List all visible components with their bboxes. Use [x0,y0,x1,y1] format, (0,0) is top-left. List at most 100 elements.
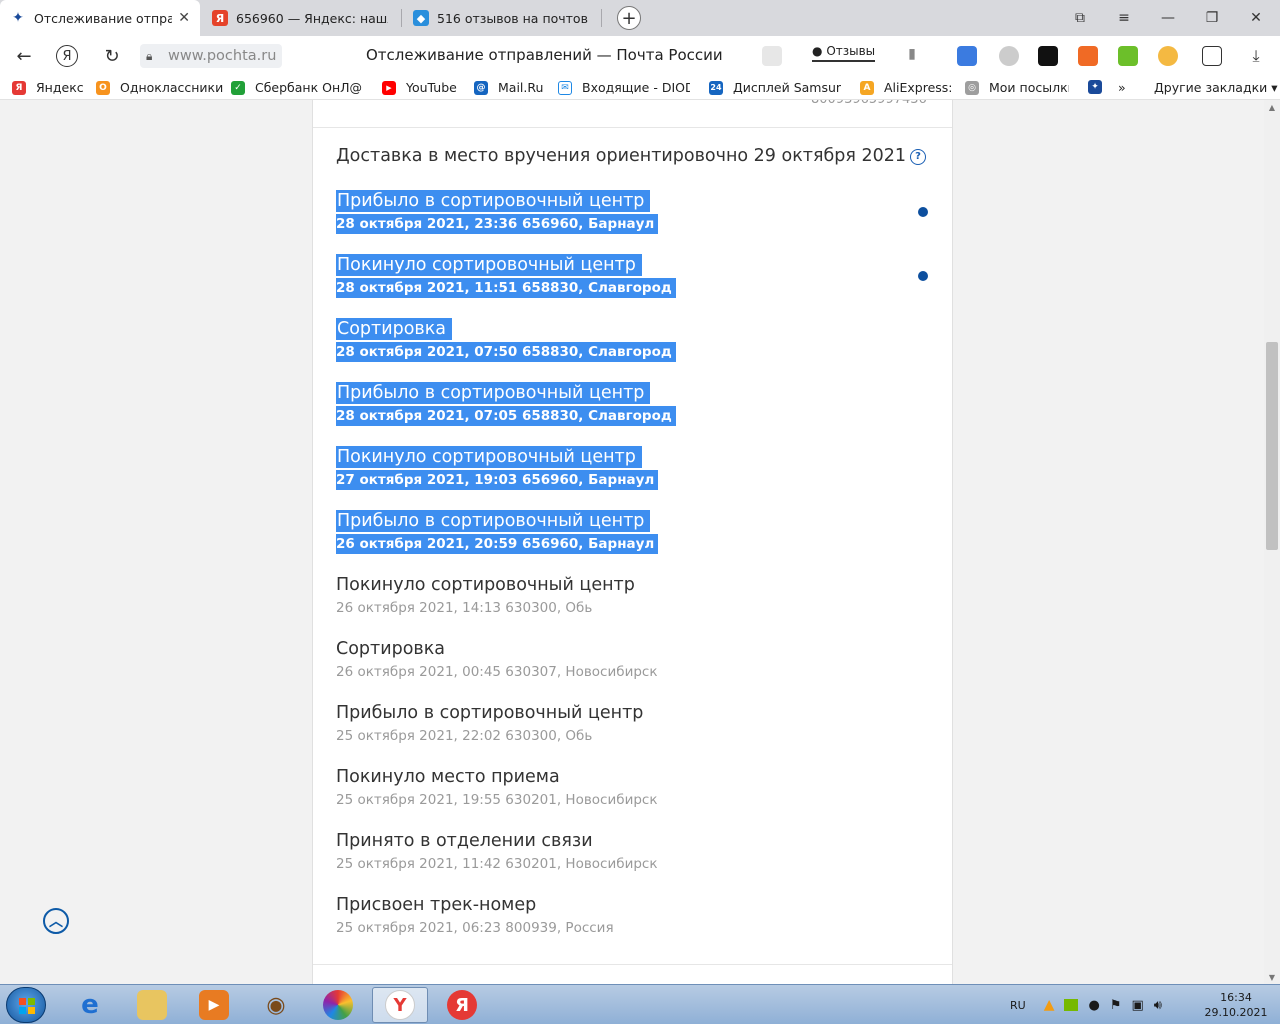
nvidia-icon[interactable] [1064,999,1079,1011]
tracking-event: Прибыло в сортировочный центр 28 октября … [336,382,676,426]
minimize-button[interactable]: — [1146,0,1190,36]
bookmark-samsung[interactable]: 24 Дисплей Samsung [709,80,841,95]
russian-post-eagle-icon: ✦ [10,10,26,26]
taskbar-internet-explorer[interactable]: e [62,987,118,1023]
divider [313,964,952,965]
tracking-event: Прибыло в сортировочный центр 26 октября … [336,510,659,554]
bookmark-yandex[interactable]: Я Яндекс [12,80,84,95]
taskbar-yandex-browser[interactable]: Y [372,987,428,1023]
taskbar-color-app[interactable] [310,987,366,1023]
parcels-icon: ◎ [965,80,979,95]
eagle-icon: ✦ [1088,80,1102,94]
page-scrollbar[interactable]: ▲ ▼ [1264,100,1280,984]
brave-icon[interactable] [1078,46,1098,66]
inbox-icon: ✉ [558,80,572,95]
event-status: Покинуло сортировочный центр [336,575,635,595]
reviews-button[interactable]: ● Отзывы [812,44,876,62]
page-viewport: 80093965997436 Доставка в место вручения… [0,100,1264,984]
bookmark-icon[interactable]: ▮ [902,46,922,66]
taskbar-yandex[interactable]: Я [434,987,490,1023]
avast-icon[interactable]: ▲ [1044,997,1055,1013]
youtube-icon: ▶ [382,80,396,95]
tab-yandex-search[interactable]: Я 656960 — Яндекс: нашлось [202,0,398,36]
tracking-event: Присвоен трек-номер 25 октября 2021, 06:2… [336,894,618,938]
bookmark-mailru[interactable]: @ Mail.Ru [474,80,543,95]
yandex-button[interactable]: Я [56,45,78,67]
extension-icon[interactable] [999,46,1019,66]
close-window-button[interactable]: ✕ [1234,0,1278,36]
tab-title: 516 отзывов на почтовый [437,10,589,26]
start-button[interactable] [6,987,46,1023]
media-player-icon: ▶ [199,990,229,1020]
reload-button[interactable]: ↻ [100,44,124,68]
network-icon[interactable]: ▣ [1131,998,1143,1013]
vpn-icon[interactable] [1158,46,1178,66]
event-status: Присвоен трек-номер [336,895,537,915]
timeline-dot [918,207,928,217]
back-button[interactable]: ← [12,44,36,68]
translate-icon[interactable] [957,46,977,66]
bookmark-youtube[interactable]: ▶ YouTube [382,80,457,95]
bookmark-parcels[interactable]: ◎ Мои посылки [965,80,1069,95]
tracking-event: Сортировка 26 октября 2021, 00:45 630307,… [336,638,662,682]
url-field[interactable]: 🔒︎ www.pochta.ru [140,44,282,68]
tabs-icon[interactable]: ⧉ [1058,0,1102,36]
volume-icon[interactable]: 🔊︎ [1154,998,1162,1013]
bookmark-odnoklassniki[interactable]: О Одноклассники [96,80,223,95]
taskbar-media-player[interactable]: ▶ [186,987,242,1023]
bookmarks-more-button[interactable]: » [1118,80,1126,95]
event-details: 28 октября 2021, 07:05 658830, Славгород [336,406,676,426]
bookmark-inbox[interactable]: ✉ Входящие - DIODE [558,80,690,95]
tracking-event: Сортировка 28 октября 2021, 07:50 658830,… [336,318,676,362]
event-details: 25 октября 2021, 19:55 630201, Новосибир… [336,792,658,808]
event-status: Покинуло сортировочный центр [336,446,642,468]
event-status: Прибыло в сортировочный центр [336,510,651,532]
event-details: 25 октября 2021, 06:23 800939, Россия [336,920,614,936]
sites-counter-icon[interactable] [762,46,782,66]
event-details: 28 октября 2021, 11:51 658830, Славгород [336,278,676,298]
delivery-text: Доставка в место вручения ориентировочно… [336,146,907,166]
clock-time: 16:34 [1220,991,1252,1004]
clock[interactable]: 16:34 29.10.2021 [1196,990,1276,1020]
close-icon[interactable]: ✕ [178,10,190,26]
menu-button[interactable]: ≡ [1102,0,1146,36]
tab-separator [601,9,602,27]
event-details: 25 октября 2021, 22:02 630300, Обь [336,728,593,744]
yandex-icon: Я [12,80,26,95]
scrollbar-thumb[interactable] [1266,342,1278,550]
event-details: 25 октября 2021, 11:42 630201, Новосибир… [336,856,658,872]
help-icon[interactable]: ? [910,148,927,165]
other-bookmarks-button[interactable]: Другие закладки ▾ [1154,80,1278,95]
tab-reviews[interactable]: ◆ 516 отзывов на почтовый [403,0,599,36]
tab-tracking[interactable]: ✦ Отслеживание отправлений ✕ [0,0,200,36]
scroll-down-arrow-icon[interactable]: ▼ [1264,970,1280,984]
tab-title: 656960 — Яндекс: нашлось [236,10,388,26]
event-status: Сортировка [336,639,446,659]
restore-button[interactable]: ❐ [1190,0,1234,36]
bookmark-sberbank[interactable]: ✓ Сбербанк ОнЛ@й [231,80,363,95]
language-indicator[interactable]: RU [1010,999,1026,1012]
event-status: Сортировка [336,318,453,340]
downloads-icon[interactable]: ⤓ [1246,46,1266,66]
notes-icon[interactable] [1202,46,1222,66]
address-toolbar: ← Я ↻ 🔒︎ www.pochta.ru Отслеживание отпр… [0,36,1280,76]
timeline-dot [918,271,928,281]
security-icon[interactable]: ● [1088,998,1099,1013]
new-tab-button[interactable]: + [617,6,641,30]
taskbar-eye-app[interactable]: ◉ [248,987,304,1023]
tab-strip: ✦ Отслеживание отправлений ✕ Я 656960 — … [0,0,1280,36]
scroll-up-arrow-icon[interactable]: ▲ [1264,100,1280,114]
download-helper-icon[interactable] [1118,46,1138,66]
event-details: 28 октября 2021, 23:36 656960, Барнаул [336,214,659,234]
clock-date: 29.10.2021 [1204,1006,1268,1019]
action-center-flag-icon[interactable]: ⚑ [1110,998,1122,1013]
event-details: 26 октября 2021, 00:45 630307, Новосибир… [336,664,658,680]
scroll-to-top-button[interactable]: ︿ [43,908,69,934]
bookmark-aliexpress[interactable]: A AliExpress: [860,80,953,95]
russian-post-bookmark-icon[interactable]: ✦ [1088,80,1112,94]
tripadvisor-icon[interactable] [1038,46,1058,66]
taskbar-explorer[interactable] [124,987,180,1023]
divider [313,127,952,128]
mailru-icon: @ [474,80,488,95]
ok-icon: О [96,80,110,95]
